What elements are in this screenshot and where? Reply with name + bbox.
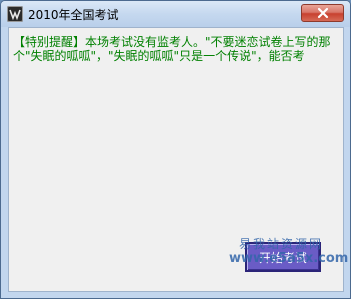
- close-button[interactable]: [301, 4, 344, 22]
- content-area: 【特别提醒】本场考试没有监考人。"不要迷恋试卷上写的那个"失眠的呱呱"，"失眠的…: [8, 27, 344, 292]
- exam-window: 2010年全国考试 【特别提醒】本场考试没有监考人。"不要迷恋试卷上写的那个"失…: [0, 0, 351, 299]
- close-icon: [317, 7, 329, 19]
- special-notice-text: 【特别提醒】本场考试没有监考人。"不要迷恋试卷上写的那个"失眠的呱呱"，"失眠的…: [13, 35, 331, 63]
- start-exam-button[interactable]: 开始考试: [245, 242, 321, 272]
- app-icon: [7, 6, 23, 22]
- title-bar[interactable]: 2010年全国考试: [1, 1, 350, 27]
- window-title: 2010年全国考试: [28, 8, 119, 22]
